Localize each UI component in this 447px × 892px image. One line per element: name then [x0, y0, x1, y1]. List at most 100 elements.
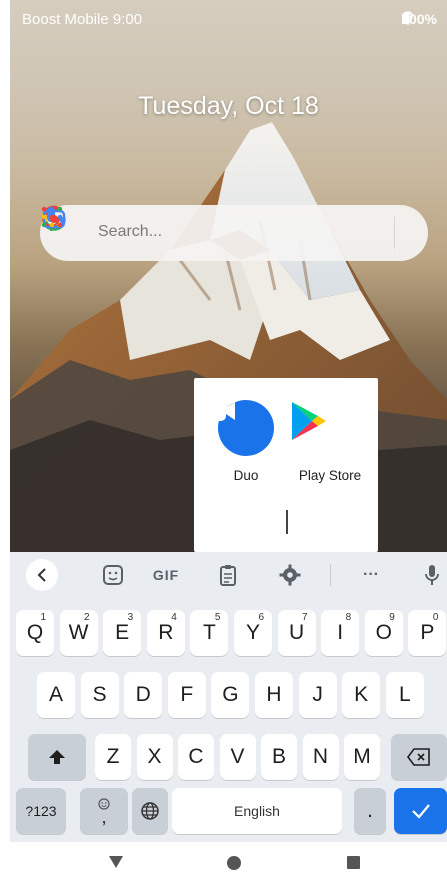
letter-key[interactable]: V	[219, 734, 256, 780]
key-label: W	[68, 621, 89, 644]
letter-key[interactable]: C	[178, 734, 214, 780]
key-label: X	[147, 745, 162, 768]
search-placeholder[interactable]: Search...	[98, 223, 162, 241]
shift-arrow-icon	[49, 750, 65, 764]
letter-key[interactable]: E3	[103, 610, 142, 656]
sticker-button[interactable]	[98, 558, 128, 592]
keyboard-toolbar: GIF ···	[10, 552, 447, 598]
checkmark-icon	[411, 804, 430, 819]
letter-key[interactable]: Z	[95, 734, 131, 780]
folder-name-text-cursor[interactable]	[286, 510, 288, 534]
letter-key[interactable]: B	[261, 734, 297, 780]
key-label: M	[353, 745, 371, 768]
on-screen-keyboard: GIF ··· Q1W2E3R4T5Y6U7I8O9P0 ASDFGHJKL Z…	[10, 552, 447, 842]
language-key[interactable]	[132, 788, 168, 834]
letter-key[interactable]: W2	[59, 610, 98, 656]
key-number-hint: 6	[258, 612, 264, 623]
key-label: L	[398, 683, 411, 706]
more-options-button[interactable]: ···	[354, 558, 388, 592]
voice-input-button[interactable]	[420, 558, 444, 592]
letter-key[interactable]: U7	[277, 610, 316, 656]
recents-square-icon[interactable]	[346, 855, 361, 870]
key-label: B	[271, 745, 286, 768]
key-label: N	[312, 745, 329, 768]
carrier-time-text: Boost Mobile 9:00	[22, 11, 143, 28]
symbols-key[interactable]: ?123	[16, 788, 66, 834]
shift-key[interactable]	[28, 734, 86, 780]
app-drawer-grid-icon[interactable]	[40, 205, 64, 229]
letter-key[interactable]: F	[167, 672, 206, 718]
duo-icon[interactable]	[206, 400, 274, 456]
letter-key[interactable]: O9	[364, 610, 403, 656]
key-number-hint: 8	[345, 612, 352, 623]
letter-key[interactable]: I8	[321, 610, 360, 656]
space-bar[interactable]: English	[172, 788, 342, 834]
key-label: O	[375, 621, 392, 644]
home-circle-icon[interactable]	[226, 855, 242, 871]
letter-key[interactable]: G	[211, 672, 250, 718]
letter-key[interactable]: L	[385, 672, 424, 718]
sticker-icon	[103, 565, 123, 585]
app-folder-popup: Duo Play Store	[194, 378, 378, 552]
key-label: H	[266, 683, 282, 706]
google-search-bar[interactable]: Search...	[40, 205, 428, 261]
app-label: Duo	[233, 468, 259, 483]
letter-key[interactable]: H	[255, 672, 293, 718]
wallpaper: Boost Mobile 9:00 100% Tuesday, Oct 18 S…	[10, 0, 447, 552]
navigation-bar	[10, 842, 447, 892]
backspace-key[interactable]	[391, 734, 447, 780]
app-duo[interactable]: Duo	[206, 400, 286, 483]
key-label: E	[115, 621, 130, 644]
letter-key[interactable]: Q1	[16, 610, 54, 656]
gear-icon	[279, 564, 301, 586]
back-triangle-icon[interactable]	[108, 855, 124, 869]
emoji-comma-key[interactable]: ,	[80, 788, 128, 834]
key-label: R	[158, 621, 174, 644]
clipboard-button[interactable]	[214, 558, 242, 592]
app-label: Play Store	[298, 468, 362, 483]
letter-key[interactable]: D	[124, 672, 163, 718]
key-label: I	[337, 621, 344, 644]
backspace-icon	[407, 748, 430, 766]
letter-key[interactable]: T5	[190, 610, 229, 656]
key-number-hint: 3	[127, 612, 134, 623]
letter-key[interactable]: S	[80, 672, 119, 718]
letter-key[interactable]: X	[136, 734, 173, 780]
key-number-hint: 9	[389, 612, 395, 623]
letter-key[interactable]: M	[344, 734, 380, 780]
clipboard-icon	[220, 565, 236, 586]
letter-key[interactable]: J	[298, 672, 337, 718]
toolbar-collapse-button[interactable]	[26, 559, 58, 591]
key-label: C	[188, 745, 204, 768]
toolbar-divider	[330, 564, 331, 586]
period-key[interactable]: .	[354, 788, 386, 834]
status-bar: Boost Mobile 9:00 100%	[10, 0, 447, 40]
comma-label: ,	[101, 807, 107, 827]
letter-key[interactable]: K	[342, 672, 381, 718]
key-label: G	[222, 683, 239, 706]
letter-key[interactable]: N	[302, 734, 339, 780]
key-label: Z	[106, 745, 120, 768]
phone-screen: Boost Mobile 9:00 100% Tuesday, Oct 18 S…	[10, 0, 447, 892]
date-widget[interactable]: Tuesday, Oct 18	[10, 92, 447, 121]
key-label: P	[420, 621, 435, 644]
settings-button[interactable]	[276, 558, 304, 592]
status-icons: 100%	[401, 11, 437, 27]
key-label: T	[202, 621, 216, 644]
play-store-icon[interactable]	[292, 400, 358, 456]
app-play-store[interactable]: Play Store	[290, 400, 370, 483]
microphone-icon	[425, 565, 439, 585]
letter-key[interactable]: R4	[146, 610, 185, 656]
enter-key[interactable]	[394, 788, 447, 834]
key-label: Y	[245, 621, 260, 644]
letter-key[interactable]: Y6	[234, 610, 272, 656]
key-label: U	[289, 621, 305, 644]
key-number-hint: 4	[171, 612, 177, 623]
gif-button[interactable]: GIF	[146, 558, 186, 592]
key-label: F	[180, 683, 194, 706]
chevron-left-icon	[37, 568, 46, 582]
key-number-hint: 0	[432, 612, 439, 623]
letter-key[interactable]: A	[37, 672, 75, 718]
globe-icon	[141, 802, 159, 820]
letter-key[interactable]: P0	[408, 610, 447, 656]
